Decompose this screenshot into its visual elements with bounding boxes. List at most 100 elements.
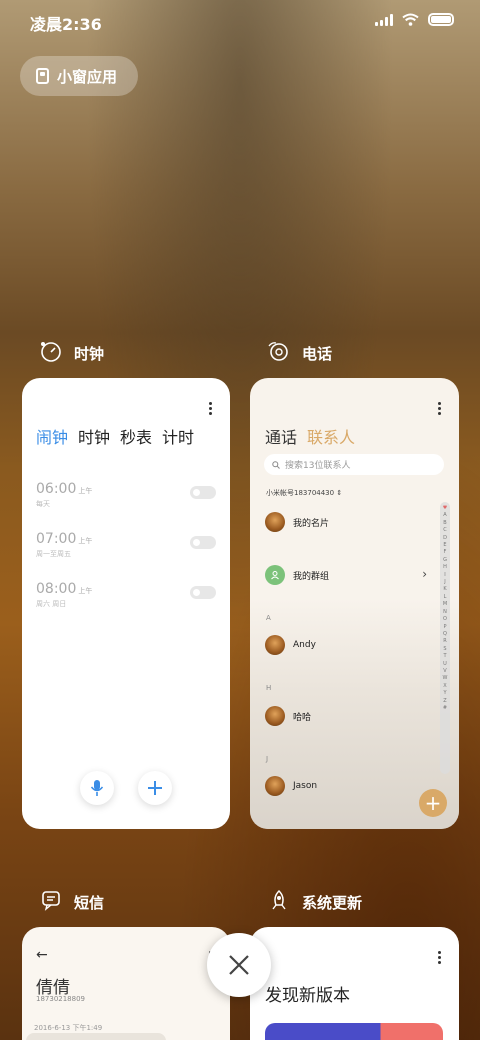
small-window-apps-button[interactable]: 小窗应用 <box>20 56 138 96</box>
index-letter[interactable]: I <box>444 572 445 579</box>
index-letter[interactable]: R <box>443 638 446 645</box>
contact-search-input[interactable]: 搜索13位联系人 <box>264 454 444 475</box>
avatar <box>265 512 285 532</box>
index-letter[interactable]: O <box>443 616 447 623</box>
battery-icon <box>428 13 454 26</box>
avatar <box>265 706 285 726</box>
alarm-time: 07:00 <box>36 531 77 547</box>
my-card-item[interactable]: 我的名片 <box>265 512 329 532</box>
contact-name: 我的名片 <box>293 518 330 529</box>
index-letter[interactable]: P <box>443 624 446 631</box>
index-letter[interactable]: J <box>444 579 445 586</box>
index-letter[interactable]: H <box>443 564 447 571</box>
index-letter[interactable]: U <box>443 661 447 668</box>
contact-item[interactable]: 哈哈 <box>265 706 311 726</box>
index-letter[interactable]: D <box>443 535 447 542</box>
close-icon <box>229 955 249 975</box>
contact-item[interactable]: Jason <box>265 776 317 796</box>
clock-app-card[interactable]: 闹钟 时钟 秒表 计时 06:00 上午 每天 07:00 上午 周一至周五 08:… <box>22 378 230 829</box>
section-letter: J <box>266 755 269 763</box>
contact-item[interactable]: Andy <box>265 635 316 655</box>
sms-app-card[interactable]: ← 倩倩 18730218809 2016-6-13 下午1:49 <box>22 927 230 1040</box>
app-name-update: 系统更新 <box>302 893 363 912</box>
update-title: 发现新版本 <box>265 986 350 1006</box>
app-label-update[interactable]: 系统更新 <box>266 889 362 915</box>
small-window-icon <box>36 68 49 84</box>
index-letter[interactable]: L <box>444 594 447 601</box>
alphabet-index-scrollbar[interactable]: ♥ A B C D E F G H I J K L M N O P Q R S T U V W X Y Z # <box>440 502 450 774</box>
app-label-clock[interactable]: 时钟 <box>38 340 104 366</box>
phone-app-card[interactable]: 通话 联系人 搜索13位联系人 小米帐号183704430 ⇕ 我的名片 我的群… <box>250 378 459 829</box>
tab-clock[interactable]: 时钟 <box>78 424 110 448</box>
index-letter[interactable]: Q <box>443 631 447 638</box>
index-letter[interactable]: N <box>443 609 447 616</box>
wifi-icon <box>402 13 419 26</box>
index-letter[interactable]: Y <box>443 690 446 697</box>
mi-account-text: 小米帐号183704430 <box>266 489 335 497</box>
alarm-item[interactable]: 08:00 上午 周六 周日 <box>36 578 216 618</box>
alarm-days: 每天 <box>36 500 50 508</box>
alarm-item[interactable]: 07:00 上午 周一至周五 <box>36 528 216 568</box>
search-icon <box>272 460 280 469</box>
index-letter[interactable]: T <box>443 653 446 660</box>
small-window-label: 小窗应用 <box>57 67 118 86</box>
index-letter[interactable]: Z <box>443 698 446 705</box>
index-letter[interactable]: M <box>443 601 447 608</box>
more-menu-icon[interactable] <box>209 402 212 415</box>
mi-account[interactable]: 小米帐号183704430 ⇕ <box>266 488 342 498</box>
plus-icon: + <box>424 791 442 815</box>
index-letter[interactable]: A <box>443 512 446 519</box>
index-letter[interactable]: C <box>443 527 447 534</box>
add-contact-button[interactable]: + <box>419 789 447 817</box>
tab-contacts[interactable]: 联系人 <box>307 424 355 448</box>
status-bar: 凌晨2:36 <box>0 0 480 42</box>
system-update-app-card[interactable]: 发现新版本 <box>250 927 459 1040</box>
search-placeholder: 搜索13位联系人 <box>285 461 351 471</box>
tab-calls[interactable]: 通话 <box>265 424 297 448</box>
contact-name: Andy <box>293 640 316 650</box>
my-groups-item[interactable]: 我的群组 <box>265 565 329 585</box>
alarm-toggle[interactable] <box>190 486 216 499</box>
status-time: 凌晨2:36 <box>30 15 102 34</box>
more-menu-icon[interactable] <box>438 402 441 415</box>
contact-name: 我的群组 <box>293 571 330 582</box>
clock-tabs: 闹钟 时钟 秒表 计时 <box>36 424 194 448</box>
app-label-sms[interactable]: 短信 <box>38 889 104 915</box>
clock-icon <box>38 340 64 366</box>
index-letter[interactable]: V <box>443 668 446 675</box>
index-letter[interactable]: F <box>444 549 447 556</box>
more-menu-icon[interactable] <box>438 951 441 964</box>
alarm-item[interactable]: 06:00 上午 每天 <box>36 478 216 518</box>
index-letter[interactable]: W <box>443 675 448 682</box>
phone-icon <box>266 340 292 366</box>
index-letter[interactable]: K <box>443 586 446 593</box>
index-letter[interactable]: S <box>443 646 446 653</box>
add-alarm-button[interactable] <box>138 771 172 805</box>
phone-tabs: 通话 联系人 <box>265 424 355 448</box>
alarm-toggle[interactable] <box>190 586 216 599</box>
index-letter[interactable]: E <box>443 542 446 549</box>
status-icons <box>375 13 454 26</box>
alarm-time: 06:00 <box>36 481 77 497</box>
contact-name: Jason <box>293 781 318 791</box>
voice-alarm-button[interactable] <box>80 771 114 805</box>
section-letter: A <box>266 614 271 622</box>
index-letter[interactable]: G <box>443 557 447 564</box>
message-icon <box>38 889 64 915</box>
update-banner <box>265 1023 443 1040</box>
index-letter[interactable]: # <box>443 705 447 712</box>
clear-all-button[interactable] <box>207 933 271 997</box>
alarm-ampm: 上午 <box>78 537 93 545</box>
tab-stopwatch[interactable]: 秒表 <box>120 424 152 448</box>
index-letter[interactable]: X <box>443 683 446 690</box>
message-bubble[interactable] <box>26 1033 166 1040</box>
favorites-heart-icon: ♥ <box>442 505 448 511</box>
tab-timer[interactable]: 计时 <box>162 424 194 448</box>
tab-alarm[interactable]: 闹钟 <box>36 424 68 448</box>
index-letter[interactable]: B <box>443 520 446 527</box>
app-label-phone[interactable]: 电话 <box>266 340 332 366</box>
alarm-toggle[interactable] <box>190 536 216 549</box>
alarm-days: 周六 周日 <box>36 600 67 608</box>
back-arrow-icon[interactable]: ← <box>36 947 48 963</box>
avatar <box>265 635 285 655</box>
